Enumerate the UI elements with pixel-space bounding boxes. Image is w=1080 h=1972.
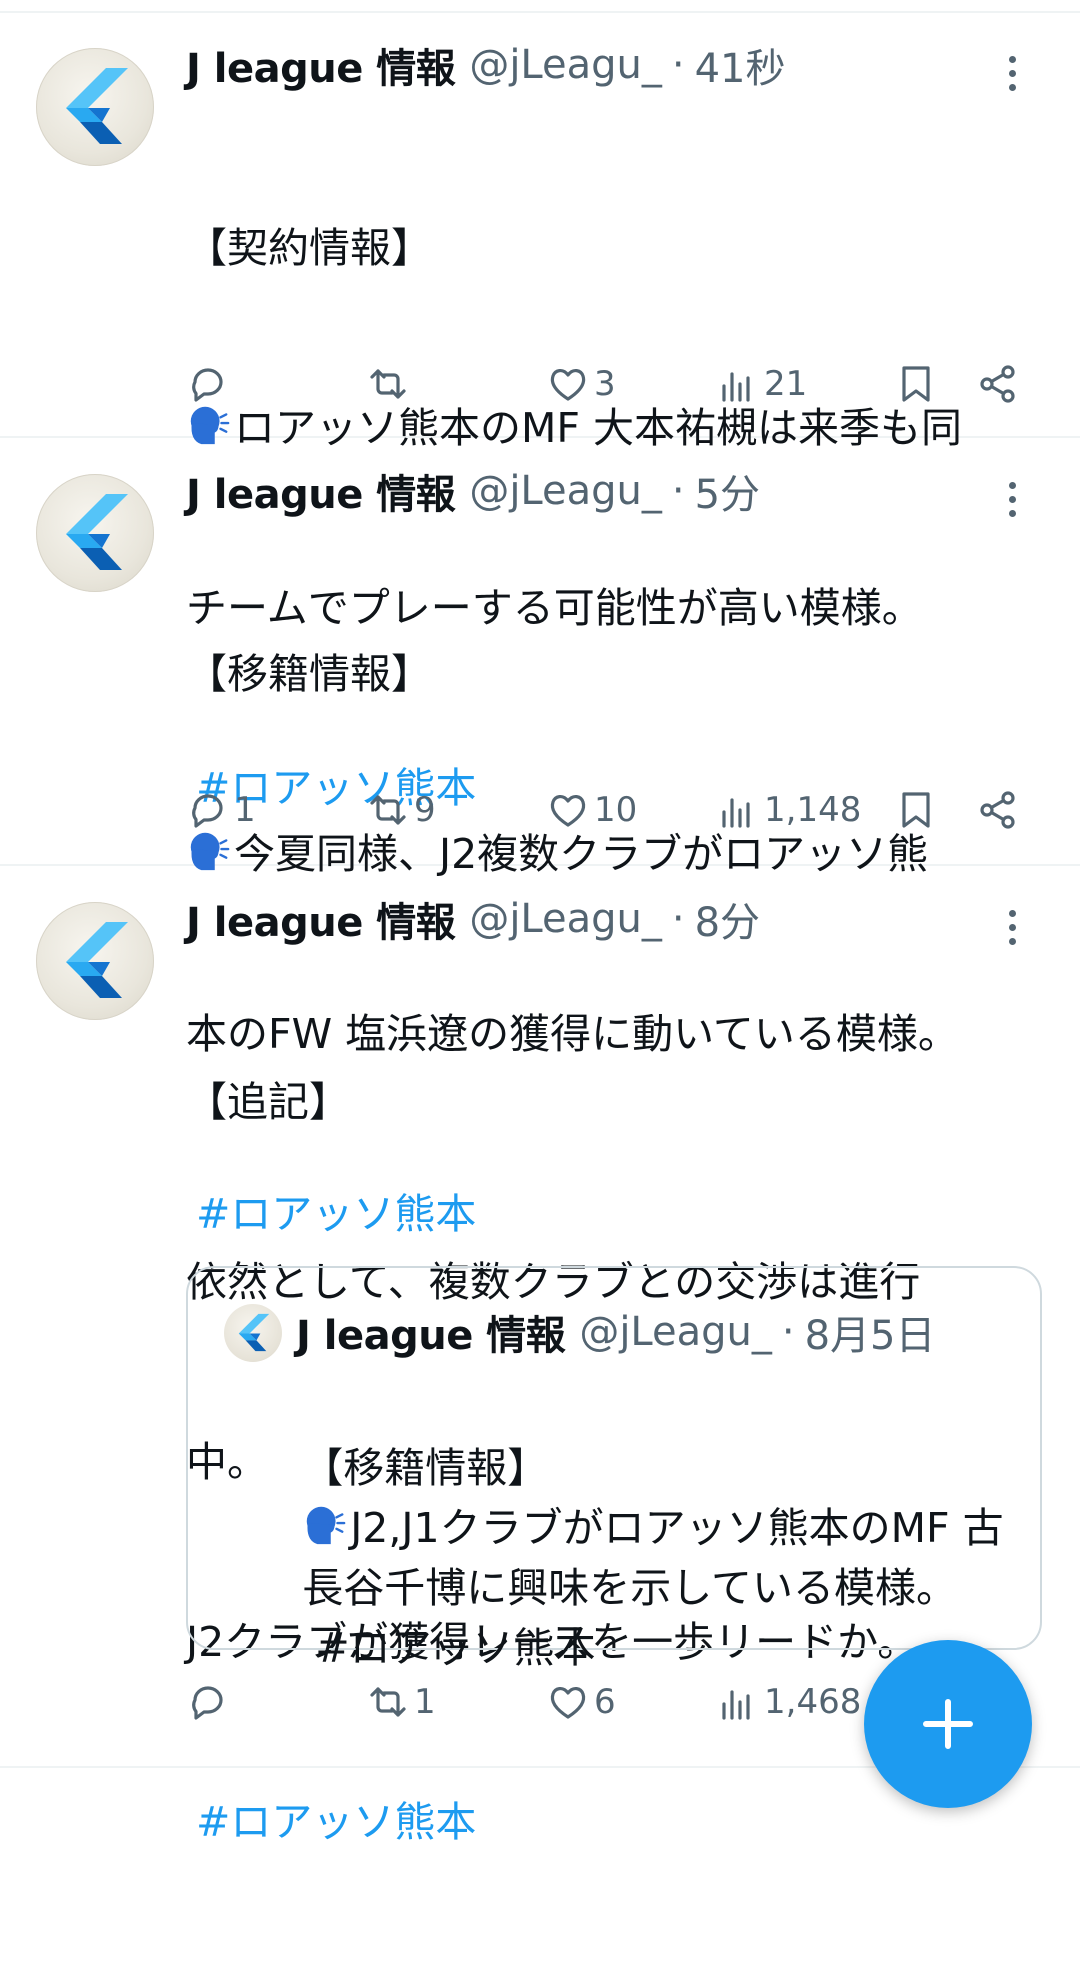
like-count: 3 bbox=[594, 364, 616, 404]
share-button[interactable] bbox=[976, 354, 1020, 414]
share-icon bbox=[976, 788, 1020, 832]
like-button[interactable]: 6 bbox=[546, 1672, 616, 1732]
like-icon bbox=[546, 788, 590, 832]
tweet[interactable]: J league 情報 @jLeagu_ · 5分 【移籍情報】 今夏同様、J2… bbox=[0, 438, 1080, 1238]
views-icon bbox=[716, 362, 760, 406]
like-count: 6 bbox=[594, 1682, 616, 1722]
quoted-display-name: J league 情報 bbox=[296, 1313, 566, 1359]
flutter-logo-icon bbox=[36, 48, 154, 166]
retweet-count: 1 bbox=[414, 1682, 436, 1722]
share-icon bbox=[976, 362, 1020, 406]
retweet-button[interactable]: 1 bbox=[366, 1672, 436, 1732]
tweet-header: J league 情報 @jLeagu_ · 8分 bbox=[186, 884, 760, 954]
user-handle[interactable]: @jLeagu_ bbox=[469, 896, 662, 942]
views-button[interactable]: 1,148 bbox=[716, 780, 861, 840]
views-count: 21 bbox=[764, 364, 808, 404]
like-button[interactable]: 3 bbox=[546, 354, 616, 414]
reply-button[interactable] bbox=[186, 354, 234, 414]
speaking-head-icon bbox=[302, 1502, 348, 1548]
views-icon bbox=[716, 788, 760, 832]
flutter-logo-icon bbox=[36, 474, 154, 592]
timestamp[interactable]: 8分 bbox=[695, 890, 760, 948]
display-name[interactable]: J league 情報 bbox=[186, 890, 456, 948]
tweet[interactable]: J league 情報 @jLeagu_ · 41秒 【契約情報】 ロアッソ熊本… bbox=[0, 12, 1080, 812]
tweet-actions: 1 9 10 1,148 bbox=[186, 780, 1026, 840]
like-icon bbox=[546, 1680, 590, 1724]
tweet-header: J league 情報 @jLeagu_ · 5分 bbox=[186, 456, 760, 526]
avatar[interactable] bbox=[36, 474, 154, 592]
avatar[interactable] bbox=[36, 48, 154, 166]
views-count: 1,148 bbox=[764, 790, 862, 830]
bookmark-button[interactable] bbox=[894, 780, 938, 840]
user-handle[interactable]: @jLeagu_ bbox=[469, 42, 662, 88]
reply-count: 1 bbox=[234, 790, 256, 830]
separator-dot: · bbox=[671, 468, 685, 514]
tweet-text-line: 【契約情報】 bbox=[186, 224, 432, 272]
retweet-icon bbox=[366, 1680, 410, 1724]
quoted-timestamp: 8月5日 bbox=[804, 1313, 936, 1359]
like-count: 10 bbox=[594, 790, 638, 830]
like-icon bbox=[546, 362, 590, 406]
views-button[interactable]: 1,468 bbox=[716, 1672, 861, 1732]
reply-icon bbox=[186, 362, 230, 406]
views-button[interactable]: 21 bbox=[716, 354, 807, 414]
retweet-icon bbox=[366, 788, 410, 832]
retweet-button[interactable]: 9 bbox=[366, 780, 436, 840]
reply-icon bbox=[186, 788, 230, 832]
views-count: 1,468 bbox=[764, 1682, 862, 1722]
bookmark-icon bbox=[894, 362, 938, 406]
quoted-text-line: J2,J1クラブがロアッソ熊本のMF 古 bbox=[302, 1502, 1004, 1552]
flutter-logo-icon bbox=[36, 902, 154, 1020]
tweet-text-line: 【移籍情報】 bbox=[186, 650, 432, 698]
display-name[interactable]: J league 情報 bbox=[186, 462, 456, 520]
quoted-avatar[interactable] bbox=[224, 1304, 282, 1362]
retweet-icon bbox=[366, 362, 410, 406]
flutter-logo-icon bbox=[224, 1304, 282, 1362]
tweet-text-line: 【追記】 bbox=[186, 1078, 350, 1126]
display-name[interactable]: J league 情報 bbox=[186, 36, 456, 94]
quoted-user-handle: @jLeagu_ bbox=[579, 1309, 772, 1355]
quoted-text-line: #ロアッソ熊本 bbox=[302, 1624, 596, 1672]
timestamp[interactable]: 5分 bbox=[695, 462, 760, 520]
reply-button[interactable] bbox=[186, 1672, 234, 1732]
more-icon[interactable] bbox=[992, 474, 1032, 524]
separator-dot: · bbox=[671, 896, 685, 942]
quoted-text-line: 長谷千博に興味を示している模様。 bbox=[302, 1564, 957, 1612]
reply-icon bbox=[186, 1680, 230, 1724]
tweet-actions: 3 21 bbox=[186, 354, 1026, 414]
quoted-text-line: 【移籍情報】 bbox=[302, 1444, 549, 1492]
more-icon[interactable] bbox=[992, 48, 1032, 98]
compose-plus-icon bbox=[923, 1699, 973, 1749]
retweet-button[interactable] bbox=[366, 354, 414, 414]
separator-dot: · bbox=[781, 1309, 795, 1355]
compose-button[interactable] bbox=[864, 1640, 1032, 1808]
avatar[interactable] bbox=[36, 902, 154, 1020]
quoted-tweet[interactable]: J league 情報 @jLeagu_ · 8月5日 【移籍情報】 J2,J1… bbox=[186, 1266, 1042, 1672]
tweet[interactable]: J league 情報 @jLeagu_ · 8分 【追記】 依然として、複数ク… bbox=[0, 866, 1080, 1846]
quoted-header: J league 情報 @jLeagu_ · 8月5日 bbox=[296, 1298, 936, 1366]
user-handle[interactable]: @jLeagu_ bbox=[469, 468, 662, 514]
retweet-count: 9 bbox=[414, 790, 436, 830]
separator-dot: · bbox=[671, 42, 685, 88]
tweet-header: J league 情報 @jLeagu_ · 41秒 bbox=[186, 30, 786, 100]
like-button[interactable]: 10 bbox=[546, 780, 637, 840]
timestamp[interactable]: 41秒 bbox=[695, 36, 786, 94]
reply-button[interactable]: 1 bbox=[186, 780, 256, 840]
views-icon bbox=[716, 1680, 760, 1724]
more-icon[interactable] bbox=[992, 902, 1032, 952]
bookmark-button[interactable] bbox=[894, 354, 938, 414]
share-button[interactable] bbox=[976, 780, 1020, 840]
bookmark-icon bbox=[894, 788, 938, 832]
